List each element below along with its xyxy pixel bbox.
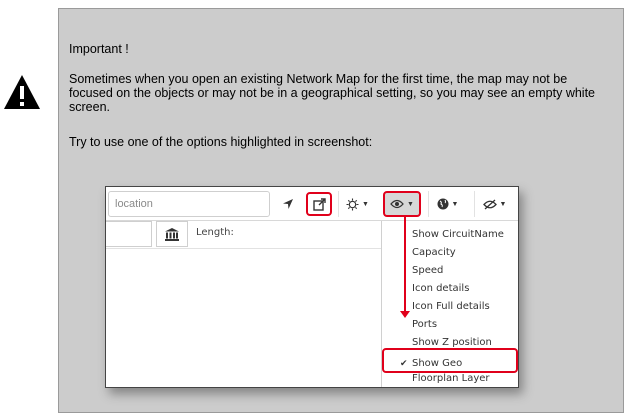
chevron-down-icon: ▼	[499, 200, 507, 208]
menu-item-floorplan-layer[interactable]: Floorplan Layer	[412, 373, 490, 384]
menu-item-ports[interactable]: Ports	[412, 319, 437, 330]
length-label: Length:	[196, 227, 234, 238]
navigate-button[interactable]	[274, 191, 302, 217]
menu-item-icon-full-details[interactable]: Icon Full details	[412, 301, 490, 312]
map-canvas[interactable]	[106, 249, 381, 387]
menu-item-speed[interactable]: Speed	[412, 265, 443, 276]
measure-bar: Length:	[106, 221, 381, 249]
menu-item-icon-details[interactable]: Icon details	[412, 283, 469, 294]
eye-slash-icon	[482, 199, 497, 209]
menu-item-show-z-position[interactable]: Show Z position	[412, 337, 492, 348]
bank-icon	[165, 227, 179, 241]
embedded-screenshot: ▼ ▼ ▼ ▼	[105, 186, 519, 388]
globe-button[interactable]: ▼	[428, 191, 466, 217]
chevron-down-icon: ▼	[407, 200, 414, 208]
sun-icon	[346, 198, 359, 210]
menu-item-show-geo[interactable]: Show Geo	[412, 358, 462, 369]
chevron-down-icon: ▼	[451, 200, 459, 208]
display-options-button[interactable]: ▼	[383, 191, 421, 217]
check-icon: ✔	[400, 358, 408, 368]
display-options-menu: Show CircuitName Capacity Speed Icon det…	[381, 221, 518, 387]
menu-item-show-circuitname[interactable]: Show CircuitName	[412, 229, 504, 240]
highlight-arrow-head	[400, 311, 410, 318]
location-input[interactable]	[108, 191, 270, 217]
open-external-button[interactable]	[306, 192, 332, 216]
menu-item-capacity[interactable]: Capacity	[412, 247, 456, 258]
search-field[interactable]	[106, 221, 152, 247]
note-hint: Try to use one of the options highlighte…	[69, 135, 373, 149]
map-toolbar: ▼ ▼ ▼ ▼	[106, 187, 518, 221]
hide-options-button[interactable]: ▼	[474, 191, 514, 217]
open-external-icon	[312, 197, 326, 211]
light-toggle-button[interactable]: ▼	[338, 191, 376, 217]
note-body: Sometimes when you open an existing Netw…	[69, 72, 596, 114]
warning-icon	[4, 75, 40, 109]
navigate-icon	[283, 199, 293, 209]
chevron-down-icon: ▼	[362, 200, 369, 208]
note-title: Important !	[69, 42, 129, 56]
globe-icon	[437, 198, 449, 210]
bank-button[interactable]	[156, 221, 188, 247]
highlight-arrow-line	[404, 217, 406, 315]
eye-icon	[390, 199, 404, 209]
